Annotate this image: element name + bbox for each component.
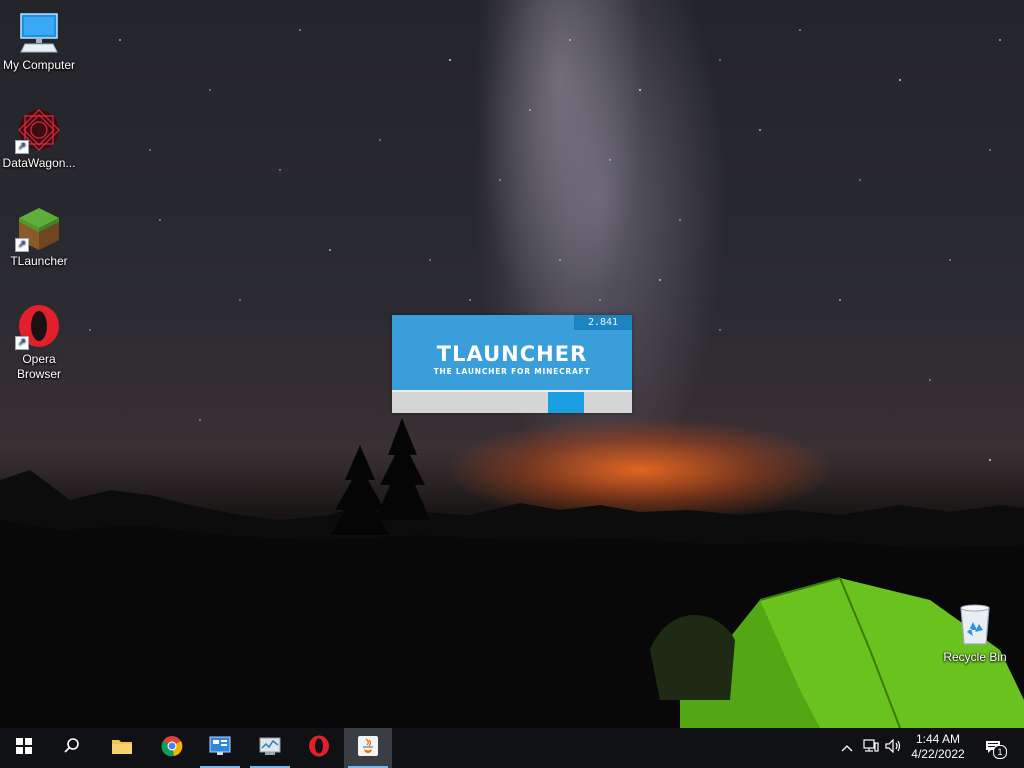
desktop-icon-datawagon[interactable]: ↗ DataWagon... — [0, 106, 78, 171]
clock-time: 1:44 AM — [915, 732, 961, 746]
shortcut-arrow-icon: ↗ — [15, 238, 29, 252]
taskbar-opera[interactable] — [295, 728, 343, 768]
desktop[interactable]: My Computer ↗ DataWagon... ↗ TLauncher ↗… — [0, 0, 1024, 728]
chrome-icon — [161, 735, 183, 762]
desktop-icon-recycle-bin[interactable]: Recycle Bin — [936, 600, 1014, 665]
windows-logo-icon — [16, 737, 32, 759]
start-button[interactable] — [0, 728, 48, 768]
tlauncher-splash-window: 2.841 TLAUNCHER THE LAUNCHER FOR MINECRA… — [392, 315, 632, 413]
taskbar-java-tlauncher[interactable] — [344, 728, 392, 768]
chevron-up-icon — [841, 739, 853, 757]
desktop-icon-label: TLauncher — [10, 254, 68, 268]
version-badge: 2.841 — [574, 315, 632, 330]
show-hidden-icons-button[interactable] — [836, 728, 858, 768]
network-tray-button[interactable] — [860, 728, 882, 768]
splash-subtitle: THE LAUNCHER FOR MINECRAFT — [433, 367, 591, 376]
minecraft-grass-block-icon: ↗ — [15, 204, 63, 252]
desktop-icon-label: My Computer — [2, 58, 76, 72]
volume-icon — [885, 738, 903, 758]
opera-logo-icon — [308, 735, 330, 762]
desktop-icon-label: DataWagon... — [2, 156, 76, 170]
splash-title: TLAUNCHER — [436, 342, 588, 366]
notification-icon: 1 — [985, 740, 1007, 759]
notification-count-badge: 1 — [993, 745, 1007, 759]
action-center-button[interactable]: 1 — [982, 728, 1007, 768]
control-panel-icon — [209, 736, 231, 761]
taskbar-file-explorer[interactable] — [98, 728, 146, 768]
taskbar-chrome[interactable] — [148, 728, 196, 768]
volume-tray-button[interactable] — [883, 728, 905, 768]
shortcut-arrow-icon: ↗ — [15, 140, 29, 154]
recycle-bin-icon — [951, 600, 999, 648]
desktop-icon-opera-browser[interactable]: ↗ Opera Browser — [0, 302, 78, 382]
computer-monitor-icon — [15, 8, 63, 56]
folder-icon — [111, 737, 133, 760]
desktop-icon-label: Recycle Bin — [943, 650, 1007, 664]
loading-progress-indicator — [548, 392, 584, 413]
taskbar-control-panel[interactable] — [196, 728, 244, 768]
loading-progress-bar — [392, 390, 632, 413]
clock[interactable]: 1:44 AM 4/22/2022 — [904, 728, 972, 768]
search-button[interactable] — [48, 728, 96, 768]
datawagon-icon: ↗ — [15, 106, 63, 154]
desktop-icon-label: Opera Browser — [16, 352, 61, 381]
taskbar-task-manager[interactable] — [246, 728, 294, 768]
opera-logo-icon: ↗ — [15, 302, 63, 350]
clock-date: 4/22/2022 — [911, 747, 965, 761]
network-icon — [863, 738, 879, 758]
desktop-icon-tlauncher[interactable]: ↗ TLauncher — [0, 204, 78, 269]
taskbar: 1:44 AM 4/22/2022 1 — [0, 728, 1024, 768]
task-manager-icon — [259, 736, 281, 761]
search-icon — [63, 737, 81, 760]
java-icon — [357, 735, 379, 762]
desktop-icon-my-computer[interactable]: My Computer — [0, 8, 78, 73]
shortcut-arrow-icon: ↗ — [15, 336, 29, 350]
